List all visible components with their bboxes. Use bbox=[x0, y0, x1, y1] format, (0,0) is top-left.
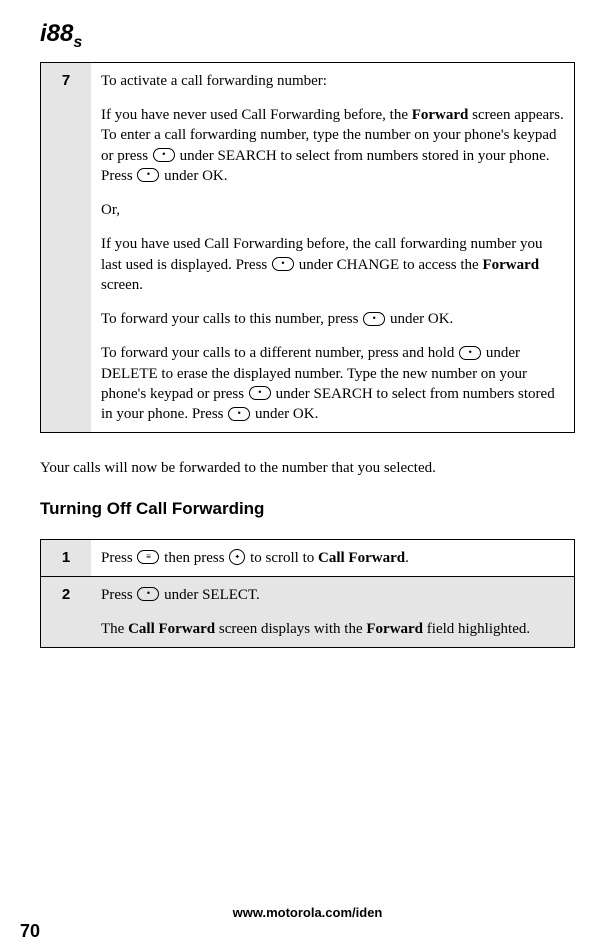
paragraph: Or, bbox=[101, 200, 564, 220]
softkey-icon bbox=[153, 148, 175, 162]
paragraph: To forward your calls to a different num… bbox=[101, 343, 564, 424]
softkey-icon bbox=[363, 312, 385, 326]
step-content: Press under SELECT. The Call Forward scr… bbox=[91, 576, 575, 648]
softkey-icon bbox=[459, 346, 481, 360]
product-logo: i88s bbox=[40, 20, 575, 52]
step-number: 1 bbox=[41, 539, 92, 576]
paragraph: To forward your calls to this number, pr… bbox=[101, 309, 564, 329]
section-heading: Turning Off Call Forwarding bbox=[40, 499, 575, 519]
softkey-icon bbox=[137, 168, 159, 182]
softkey-icon bbox=[137, 587, 159, 601]
menu-key-icon bbox=[137, 550, 159, 564]
procedure-table-turn-off: 1 Press then press to scroll to Call For… bbox=[40, 539, 575, 649]
logo-sub: s bbox=[73, 34, 82, 51]
softkey-icon bbox=[249, 386, 271, 400]
nav-key-icon bbox=[229, 549, 245, 565]
result-text: Your calls will now be forwarded to the … bbox=[40, 458, 575, 478]
footer-url: www.motorola.com/iden bbox=[0, 905, 615, 920]
paragraph: Press under SELECT. bbox=[101, 585, 564, 605]
paragraph: To activate a call forwarding number: bbox=[101, 71, 564, 91]
procedure-table-activate: 7 To activate a call forwarding number: … bbox=[40, 62, 575, 434]
step-content: To activate a call forwarding number: If… bbox=[91, 62, 575, 433]
paragraph: The Call Forward screen displays with th… bbox=[101, 619, 564, 639]
logo-main: i88 bbox=[40, 20, 73, 47]
step-number: 2 bbox=[41, 576, 92, 648]
step-content: Press then press to scroll to Call Forwa… bbox=[91, 539, 575, 576]
page-number: 70 bbox=[20, 921, 40, 942]
softkey-icon bbox=[228, 407, 250, 421]
step-number: 7 bbox=[41, 62, 92, 433]
softkey-icon bbox=[272, 257, 294, 271]
paragraph: If you have never used Call Forwarding b… bbox=[101, 105, 564, 186]
paragraph: If you have used Call Forwarding before,… bbox=[101, 234, 564, 295]
